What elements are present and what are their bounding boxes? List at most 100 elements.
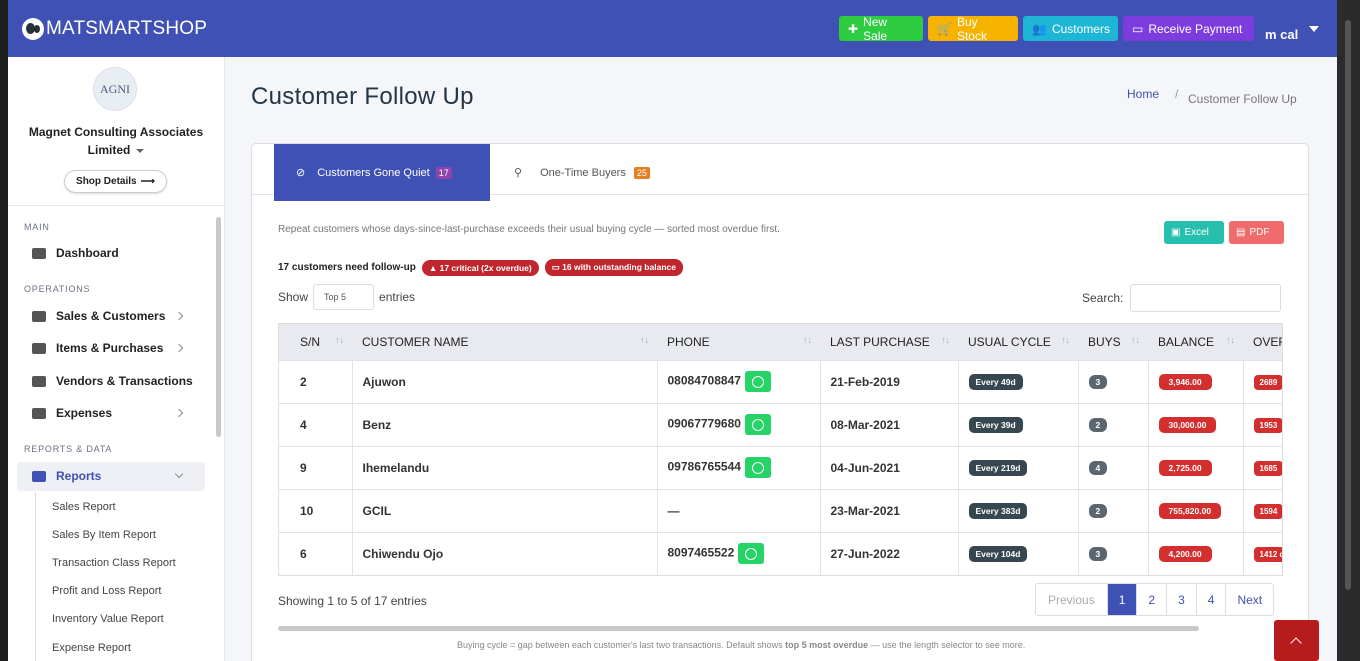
shop-details-button[interactable]: Shop Details ⟶ [64,170,167,193]
description: Repeat customers whose days-since-last-p… [278,224,780,235]
balance-badge: 3,946.00 [1158,373,1212,390]
user-caret-icon[interactable] [1309,26,1319,32]
balance-badge: 755,820.00 [1158,502,1222,519]
buys-badge: 3 [1088,547,1108,562]
customer-name: Benz [352,402,658,446]
whatsapp-icon[interactable] [744,414,771,435]
previous-button[interactable]: Previous [1036,584,1107,615]
table-row: 4 Benz 09067779680 08-Mar-2021 Every 39d… [279,402,1282,446]
submenu-profit-loss-report[interactable]: Profit and Loss Report [52,585,161,597]
user-icon: ⚲ [514,167,523,179]
col-balance[interactable]: BALANCE ↑↓ [1148,324,1243,360]
page-1[interactable]: 1 [1106,584,1137,615]
section-reports: REPORTS & DATA [24,444,113,454]
followup-summary: 17 customers need follow-up ▲ 17 critica… [278,259,683,276]
submenu-transaction-class-report[interactable]: Transaction Class Report [52,557,176,569]
cycle-badge: Every 39d [968,416,1023,433]
phone: 09786765544 [667,459,741,474]
brand-logo-icon [22,17,44,40]
chevron-right-icon [174,311,184,321]
pdf-button[interactable]: ▤ PDF [1229,221,1284,244]
followup-card: ⊘ Customers Gone Quiet 17 ⚲ One-Time Buy… [251,143,1310,661]
boxes-icon [32,342,46,354]
sidebar: AGNI Magnet Consulting Associates Limite… [8,57,225,661]
phone: — [667,503,680,518]
col-phone[interactable]: PHONE ↑↓ [657,324,820,360]
window-scrollbar[interactable] [1337,0,1360,661]
sidebar-item-reports[interactable]: Reports [32,469,101,483]
submenu-line [35,492,36,661]
balance-badge: ▭ 16 with outstanding balance [544,259,683,276]
sidebar-item-expenses[interactable]: Expenses [32,406,112,420]
breadcrumb-home[interactable]: Home [1127,87,1159,101]
receive-payment-button[interactable]: ▭ Receive Payment [1123,16,1254,41]
page-4[interactable]: 4 [1195,584,1226,615]
cart-icon: 🛒 [937,21,952,36]
col-buys[interactable]: BUYS ↑↓ [1078,324,1148,360]
table-horizontal-scrollbar[interactable] [278,626,1199,631]
brand[interactable]: MATSMARTSHOP [22,17,208,40]
tab-count-badge: 25 [633,166,650,179]
cycle-badge: Every 219d [968,459,1028,476]
card-icon: ▭ [1132,21,1144,36]
table-info: Showing 1 to 5 of 17 entries [278,594,427,608]
table-row: 2 Ajuwon 08084708847 21-Feb-2019 Every 4… [279,359,1282,403]
overdue-badge: 1953 [1253,417,1282,433]
col-usual-cycle[interactable]: USUAL CYCLE ↑↓ [958,324,1078,360]
org-name[interactable]: Magnet Consulting Associates Limited [18,123,214,159]
whatsapp-icon[interactable] [738,543,765,565]
sidebar-item-dashboard[interactable]: Dashboard [32,246,119,260]
customer-name: GCIL [352,488,658,532]
sort-icon: ↑↓ [335,335,344,345]
balance-badge: 2,725.00 [1158,459,1212,476]
table-row: 9 Ihemelandu 09786765544 04-Jun-2021 Eve… [279,445,1282,489]
submenu-inventory-value-report[interactable]: Inventory Value Report [52,613,164,625]
next-button[interactable]: Next [1225,584,1273,615]
page-3[interactable]: 3 [1166,584,1196,615]
excel-button[interactable]: ▣ Excel [1164,221,1224,244]
col-last-purchase[interactable]: LAST PURCHASE ↑↓ [820,324,958,360]
overdue-badge: 1594 [1253,503,1282,519]
main-content: Customer Follow Up Home / Customer Follo… [225,57,1337,661]
scroll-to-top-button[interactable] [1274,620,1319,661]
dashboard-icon [32,247,46,259]
search-control: Search: [1082,284,1282,312]
customers-table: S/N ↑↓ CUSTOMER NAME ↑↓ PHONE ↑↓ LAST PURCH… [278,323,1283,576]
breadcrumb-current: Customer Follow Up [1188,92,1297,106]
col-customer-name[interactable]: CUSTOMER NAME ↑↓ [352,324,657,360]
whatsapp-icon[interactable] [744,371,771,392]
search-input[interactable] [1130,284,1282,312]
sidebar-item-items-purchases[interactable]: Items & Purchases [32,341,163,355]
page-2[interactable]: 2 [1136,584,1166,615]
buy-stock-button[interactable]: 🛒 Buy Stock [928,15,1018,43]
table-row: 10 GCIL — 23-Mar-2021 Every 383d 2 755,8… [279,488,1282,532]
submenu-sales-report[interactable]: Sales Report [52,501,116,513]
submenu-sales-by-item-report[interactable]: Sales By Item Report [52,529,156,541]
plus-icon: ✚ [848,21,859,36]
app-window: MATSMARTSHOP ✚ New Sale 🛒 Buy Stock 👥 Custo… [8,0,1337,661]
footnote: Buying cycle = gap between each customer… [457,640,1026,650]
phone: 8097465522 [667,545,735,560]
customers-button[interactable]: 👥 Customers [1023,16,1118,41]
overdue-badge: 1685 [1253,460,1282,476]
sidebar-item-vendors-transactions[interactable]: Vendors & Transactions [32,374,193,388]
sidebar-scrollbar[interactable] [216,217,221,437]
new-sale-button[interactable]: ✚ New Sale [839,15,923,43]
section-operations: OPERATIONS [24,284,91,294]
customer-name: Ajuwon [352,359,658,403]
submenu-expense-report[interactable]: Expense Report [52,642,131,654]
phone: 08084708847 [667,373,741,388]
brand-name: MATSMARTSHOP [46,17,208,39]
sidebar-item-sales-customers[interactable]: Sales & Customers [32,309,165,323]
bell-slash-icon: ⊘ [296,167,306,179]
col-sn[interactable]: S/N ↑↓ [279,324,352,360]
length-select[interactable]: Top 5 [313,284,375,310]
col-overdue[interactable]: OVER [1243,324,1282,360]
user-menu[interactable]: m cal [1265,27,1298,42]
tab-one-time-buyers[interactable]: ⚲ One-Time Buyers 25 [514,144,650,201]
customer-name: Chiwendu Ojo [352,531,658,575]
warning-icon: ▲ [428,262,440,273]
tab-customers-gone-quiet[interactable]: ⊘ Customers Gone Quiet 17 [274,144,490,201]
whatsapp-icon[interactable] [744,457,771,478]
cycle-badge: Every 104d [968,545,1028,562]
